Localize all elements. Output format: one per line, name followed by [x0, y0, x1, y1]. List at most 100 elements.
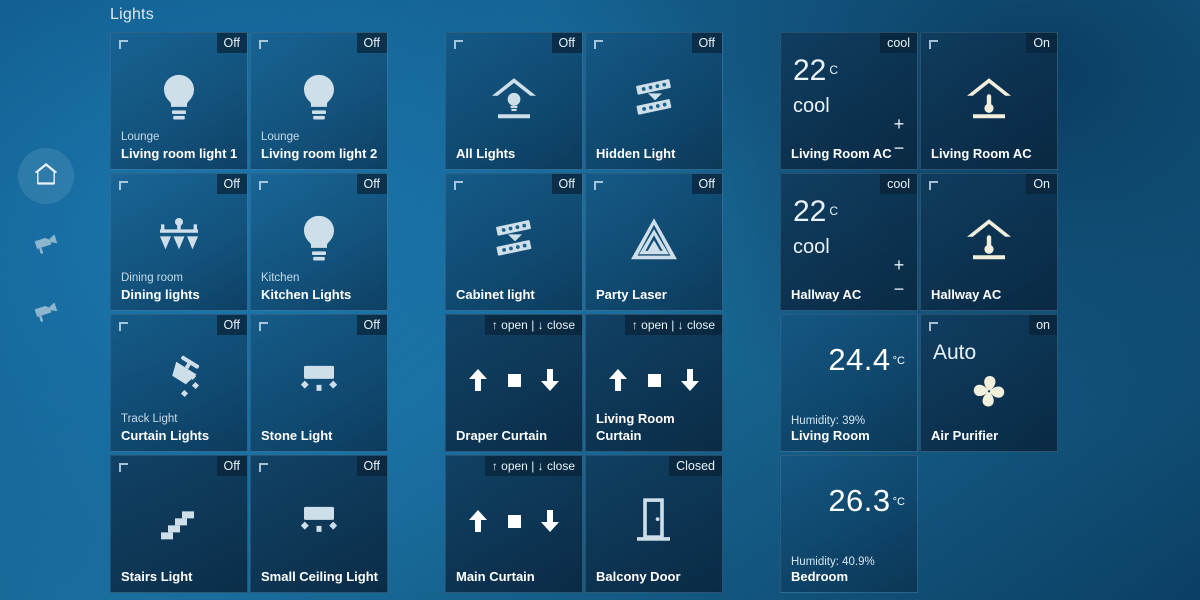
tile-corner-marker — [594, 40, 603, 49]
arrow-down-icon[interactable] — [677, 367, 703, 393]
status-badge: cool — [880, 33, 917, 53]
tile-living-room-light-2[interactable]: Off Lounge Living room light 2 — [250, 32, 388, 170]
home-icon — [31, 159, 61, 194]
thermostat-mode-label: cool — [793, 95, 830, 117]
tile-living-room-light-1[interactable]: Off Lounge Living room light 1 — [110, 32, 248, 170]
tile-sublabel: Dining room — [121, 272, 183, 284]
ceiling-light-icon — [251, 504, 387, 540]
tile-stairs-light[interactable]: Off Stairs Light — [110, 455, 248, 593]
sidebar-item-camera-2[interactable] — [20, 288, 72, 340]
tile-name: Living Room AC — [931, 146, 1032, 161]
tile-living-room-ac-thermostat[interactable]: cool 22 Ccool + − Living Room AC — [780, 32, 918, 170]
tile-labels: Balcony Door — [596, 568, 714, 585]
sensor-temp-value: 26.3 — [828, 483, 891, 518]
curtain-controls — [586, 367, 722, 393]
tile-living-room-sensor[interactable]: 24.4 °C Humidity: 39% Living Room — [780, 314, 918, 452]
arrow-down-icon[interactable] — [537, 508, 563, 534]
track-light-icon — [111, 355, 247, 405]
status-badge: Off — [356, 456, 387, 476]
tile-corner-marker — [929, 181, 938, 190]
tile-name: Stairs Light — [121, 569, 193, 584]
status-badge: Off — [356, 174, 387, 194]
tile-sublabel: Lounge — [261, 131, 300, 143]
sidebar-item-camera-1[interactable] — [20, 220, 72, 272]
tile-hidden-light[interactable]: Off Hidden Light — [585, 32, 723, 170]
tile-labels: Hallway AC — [791, 286, 909, 303]
tile-name: Party Laser — [596, 287, 667, 302]
tile-kitchen-lights[interactable]: Off Kitchen Kitchen Lights — [250, 173, 388, 311]
bulb-icon — [251, 213, 387, 265]
tile-dining-lights[interactable]: Off Dining room Dining lights — [110, 173, 248, 311]
tile-corner-marker — [119, 322, 128, 331]
tile-corner-marker — [259, 322, 268, 331]
tile-bedroom-sensor[interactable]: 26.3 °C Humidity: 40.9% Bedroom — [780, 455, 918, 593]
tile-curtain-lights[interactable]: Off Track Light Curtain Lights — [110, 314, 248, 452]
stop-button[interactable] — [641, 367, 667, 393]
arrow-up-icon[interactable] — [465, 367, 491, 393]
tile-labels: Hallway AC — [931, 286, 1049, 303]
bulb-icon — [111, 72, 247, 124]
sensor-temp-unit: °C — [892, 495, 905, 508]
status-badge: Off — [216, 315, 247, 335]
tile-corner-marker — [454, 181, 463, 190]
thermostat-house-icon — [921, 216, 1057, 262]
tile-main-curtain[interactable]: ↑ open | ↓ close Main Curtain — [445, 455, 583, 593]
stop-button[interactable] — [501, 508, 527, 534]
tile-name: Living Room — [791, 428, 870, 443]
tile-name: Balcony Door — [596, 569, 681, 584]
curtain-controls — [446, 367, 582, 393]
thermostat-increase-button[interactable]: + — [891, 115, 907, 133]
tile-party-laser[interactable]: Off Party Laser — [585, 173, 723, 311]
tile-corner-marker — [929, 322, 938, 331]
tile-hallway-ac-thermostat[interactable]: cool 22 Ccool + − Hallway AC — [780, 173, 918, 311]
bulb-icon — [251, 72, 387, 124]
status-badge: Off — [216, 174, 247, 194]
sidebar-item-home[interactable] — [18, 148, 74, 204]
tile-stone-light[interactable]: Off Stone Light — [250, 314, 388, 452]
thermostat-increase-button[interactable]: + — [891, 256, 907, 274]
tile-air-purifier[interactable]: on Auto Air Purifier — [920, 314, 1058, 452]
tile-labels: Hidden Light — [596, 145, 714, 162]
tile-labels: Living Room — [791, 427, 909, 444]
tile-corner-marker — [929, 40, 938, 49]
arrow-up-icon[interactable] — [465, 508, 491, 534]
tile-name: All Lights — [456, 146, 516, 161]
tile-draper-curtain[interactable]: ↑ open | ↓ close Draper Curtain — [445, 314, 583, 452]
tile-sublabel: Lounge — [121, 131, 160, 143]
fan-icon — [921, 368, 1057, 414]
tile-corner-marker — [259, 181, 268, 190]
tile-name: Cabinet light — [456, 287, 535, 302]
tile-labels: Bedroom — [791, 568, 909, 585]
tile-name: Living room light 2 — [261, 146, 378, 161]
tile-name: Living Room AC — [791, 146, 892, 161]
tile-name: Bedroom — [791, 569, 849, 584]
tile-labels: Air Purifier — [931, 427, 1049, 444]
door-icon — [586, 497, 722, 545]
tile-cabinet-light[interactable]: Off Cabinet light — [445, 173, 583, 311]
page-title: Lights — [110, 6, 154, 23]
tile-sublabel: Track Light — [121, 413, 178, 425]
tile-corner-marker — [119, 181, 128, 190]
status-badge: ↑ open | ↓ close — [484, 456, 582, 476]
tile-corner-marker — [259, 463, 268, 472]
tile-labels: Kitchen Kitchen Lights — [261, 271, 379, 303]
purifier-mode-label: Auto — [933, 341, 977, 364]
tile-all-lights[interactable]: Off All Lights — [445, 32, 583, 170]
chandelier-icon — [111, 217, 247, 261]
arrow-down-icon[interactable] — [537, 367, 563, 393]
tile-hallway-ac-switch[interactable]: On Hallway AC — [920, 173, 1058, 311]
house-bulb-icon — [446, 75, 582, 121]
tile-labels: Living Room AC — [791, 145, 909, 162]
tile-labels: Lounge Living room light 2 — [261, 130, 379, 162]
smart-home-dashboard: Lights Off Lounge Living room light 1 Off Lo… — [0, 0, 1200, 600]
tile-name: Air Purifier — [931, 428, 999, 443]
tile-small-ceiling-light[interactable]: Off Small Ceiling Light — [250, 455, 388, 593]
tile-living-room-curtain[interactable]: ↑ open | ↓ close Living Room Curtain — [585, 314, 723, 452]
status-badge: Off — [356, 33, 387, 53]
tile-labels: Small Ceiling Light — [261, 568, 379, 585]
arrow-up-icon[interactable] — [605, 367, 631, 393]
stop-button[interactable] — [501, 367, 527, 393]
tile-labels: Main Curtain — [456, 568, 574, 585]
tile-balcony-door[interactable]: Closed Balcony Door — [585, 455, 723, 593]
tile-living-room-ac-switch[interactable]: On Living Room AC — [920, 32, 1058, 170]
